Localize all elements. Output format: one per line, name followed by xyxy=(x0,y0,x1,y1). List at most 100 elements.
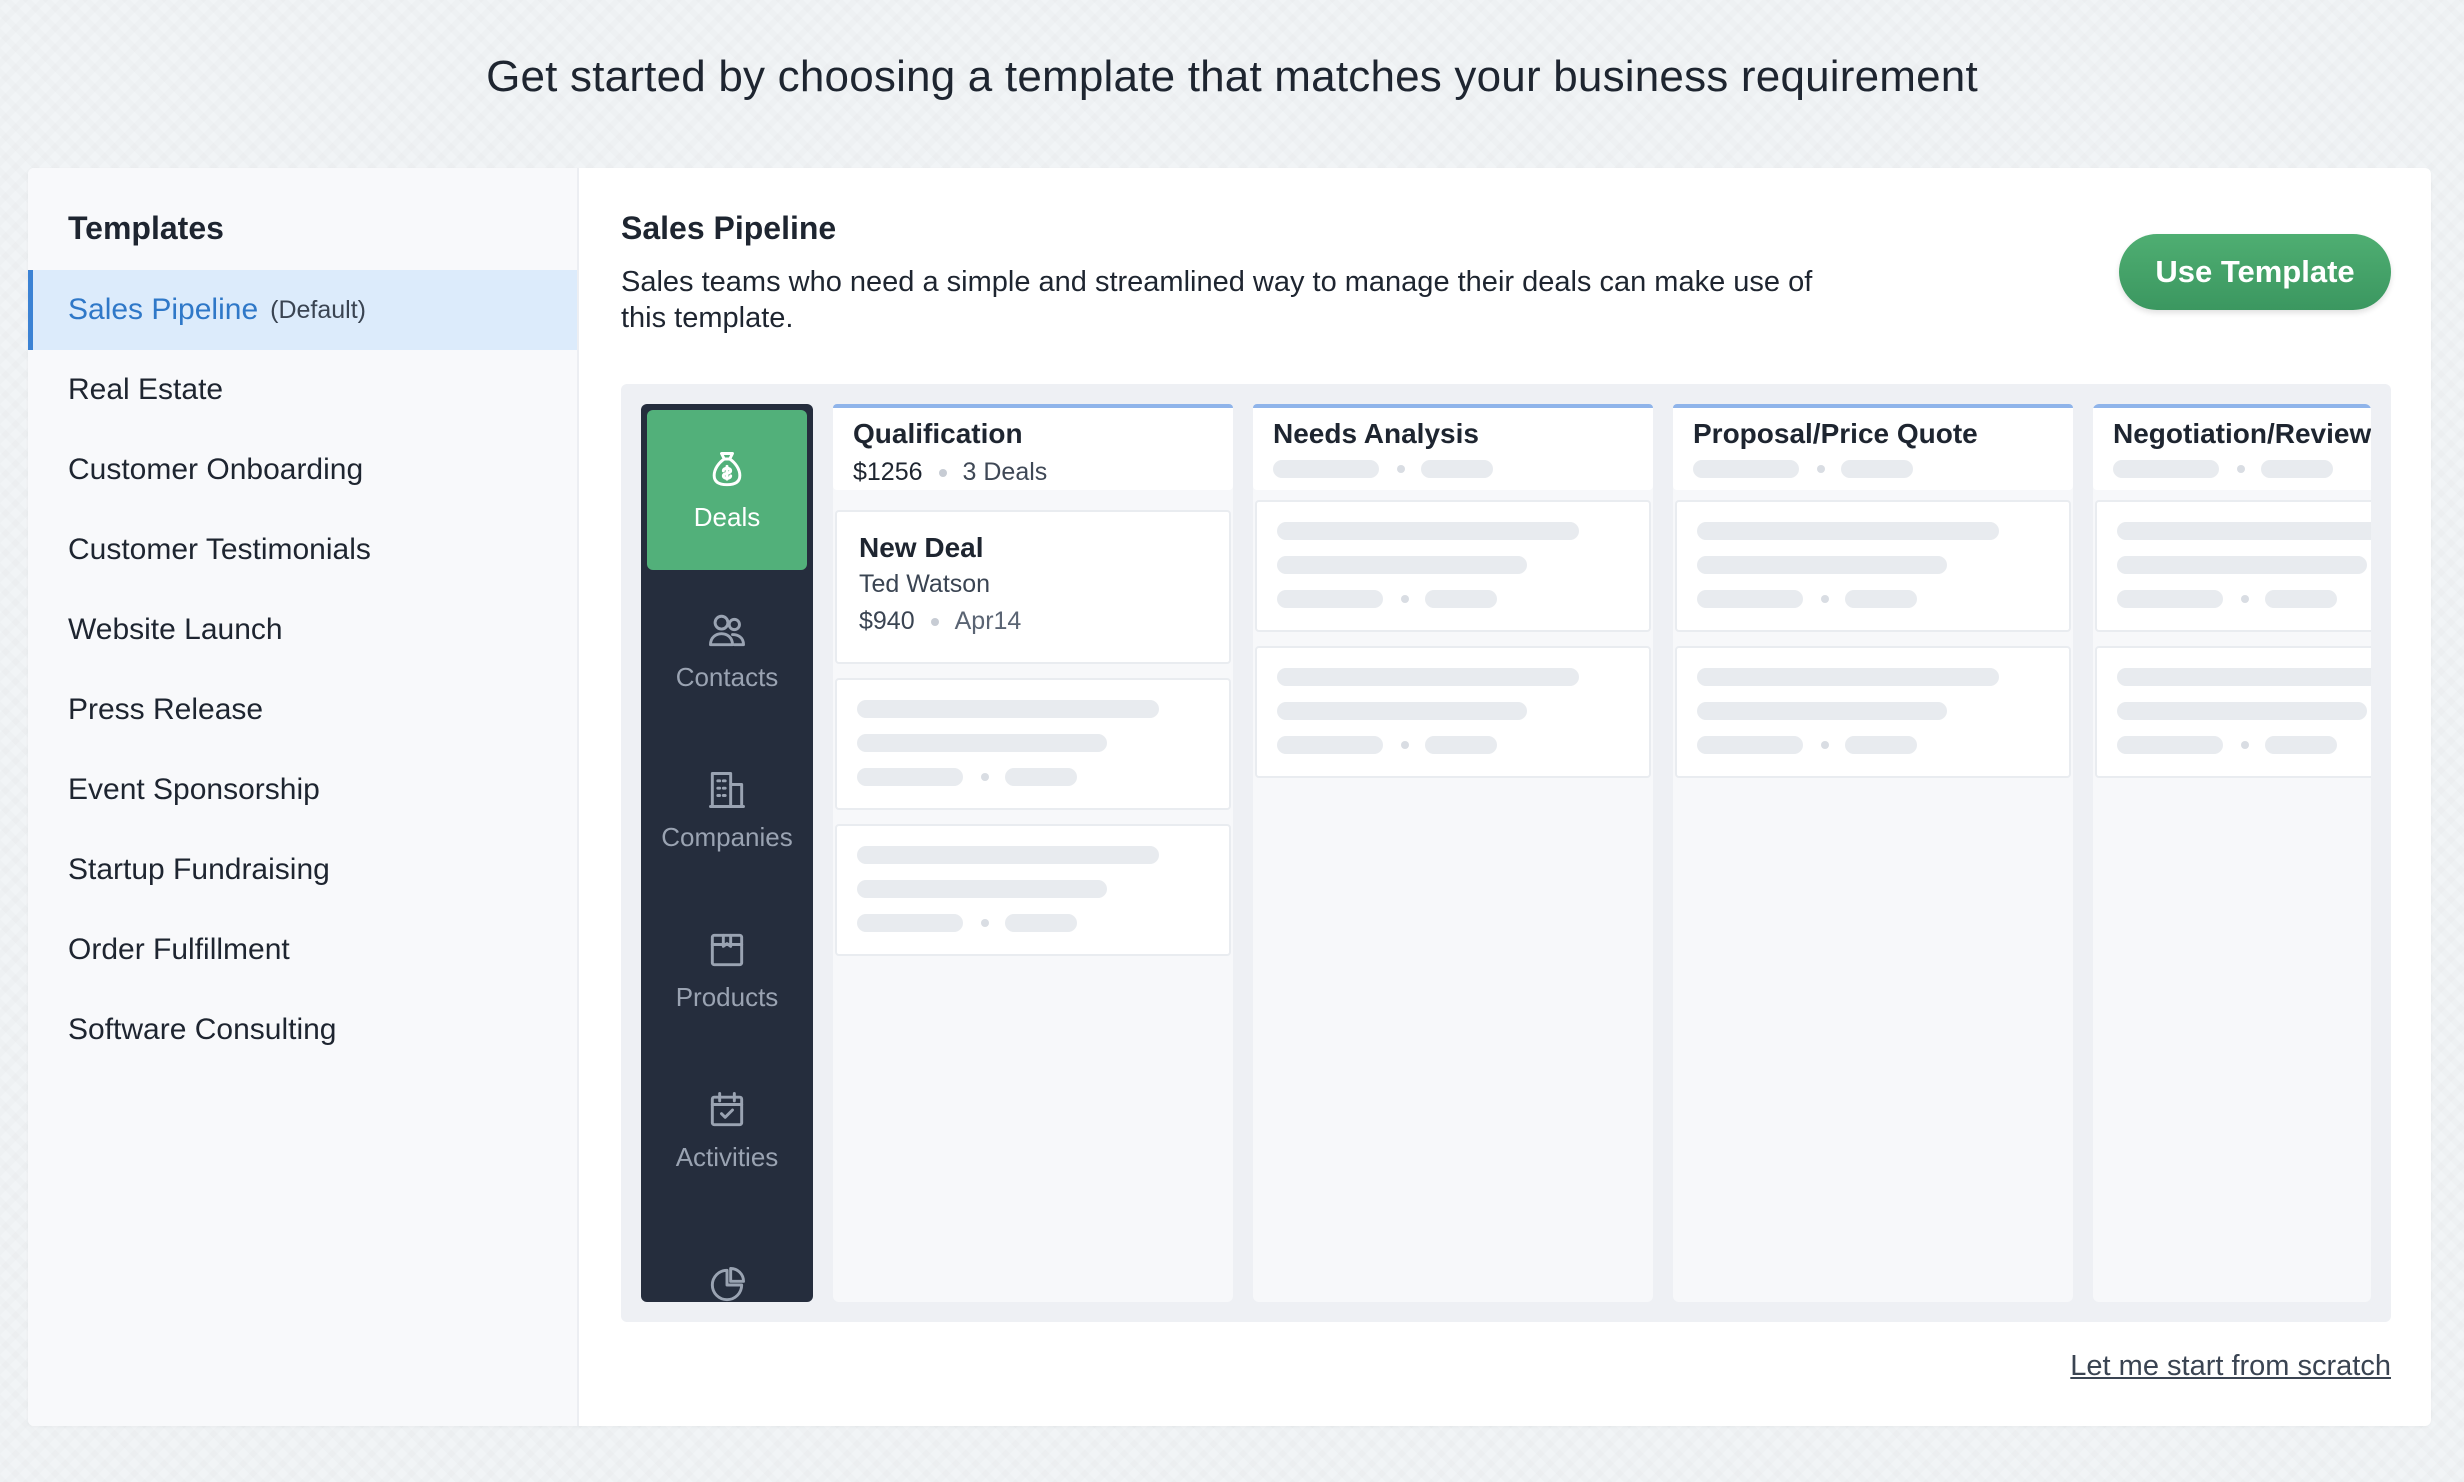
column-title: Proposal/Price Quote xyxy=(1693,418,1978,449)
template-label: Customer Onboarding xyxy=(68,453,364,486)
skeleton-line xyxy=(1005,768,1077,786)
skeleton-line xyxy=(1277,668,1579,686)
deal-amount: $940 xyxy=(859,607,915,635)
pie-chart-icon xyxy=(710,1267,745,1302)
nav-item-products: Products xyxy=(647,890,807,1050)
template-label: Press Release xyxy=(68,693,264,726)
skeleton-line xyxy=(1425,736,1497,754)
deal-contact: Ted Watson xyxy=(859,570,991,598)
column-header: Negotiation/Review xyxy=(2093,404,2371,490)
template-item-press-release[interactable]: Press Release xyxy=(28,670,577,750)
template-label: Order Fulfillment xyxy=(68,933,290,966)
skeleton-line xyxy=(2117,736,2223,754)
skeleton-line xyxy=(1421,460,1493,478)
template-description: Sales teams who need a simple and stream… xyxy=(621,266,1813,334)
use-template-button[interactable]: Use Template xyxy=(2119,234,2391,310)
skeleton-dot xyxy=(981,919,989,927)
skeleton-line xyxy=(1425,590,1497,608)
template-item-startup-fundraising[interactable]: Startup Fundraising xyxy=(28,830,577,910)
skeleton-line xyxy=(1697,590,1803,608)
template-preview: Deals Contacts Companies Products Activi… xyxy=(621,384,2391,1322)
skeleton-line xyxy=(857,846,1159,864)
template-item-website-launch[interactable]: Website Launch xyxy=(28,590,577,670)
skeleton-dot xyxy=(2237,465,2245,473)
skeleton-line xyxy=(1277,702,1527,720)
nav-item-deals: Deals xyxy=(647,410,807,570)
skeleton-line xyxy=(2113,460,2219,478)
column-deal-count: 3 Deals xyxy=(962,458,1048,486)
template-item-software-consulting[interactable]: Software Consulting xyxy=(28,990,577,1070)
column-amount: $1256 xyxy=(853,458,923,486)
skeleton-line xyxy=(857,880,1107,898)
skeleton-dot xyxy=(2241,741,2249,749)
column-header: Proposal/Price Quote xyxy=(1673,404,2073,490)
pipeline-column-proposal: Proposal/Price Quote xyxy=(1673,404,2073,1302)
nav-item-reports xyxy=(647,1210,807,1302)
placeholder-card xyxy=(1255,646,1651,778)
skeleton-dot xyxy=(1817,465,1825,473)
skeleton-line xyxy=(2265,736,2337,754)
templates-sidebar: Templates Sales Pipeline (Default) Real … xyxy=(28,168,579,1426)
template-item-customer-testimonials[interactable]: Customer Testimonials xyxy=(28,510,577,590)
deal-date: Apr14 xyxy=(954,607,1022,635)
skeleton-line xyxy=(1845,736,1917,754)
placeholder-card xyxy=(2095,646,2371,778)
template-label: Real Estate xyxy=(68,373,224,406)
deal-card: New Deal Ted Watson $940 Apr14 xyxy=(835,510,1231,664)
skeleton-line xyxy=(2261,460,2333,478)
template-label: Startup Fundraising xyxy=(68,853,330,886)
nav-label: Companies xyxy=(661,821,793,852)
placeholder-card xyxy=(1675,646,2071,778)
template-item-sales-pipeline[interactable]: Sales Pipeline (Default) xyxy=(28,270,577,350)
nav-item-contacts: Contacts xyxy=(647,570,807,730)
skeleton-dot xyxy=(981,773,989,781)
nav-label: Contacts xyxy=(675,661,779,692)
nav-label: Activities xyxy=(675,1141,779,1172)
building-icon xyxy=(709,771,745,808)
calendar-check-icon xyxy=(710,1091,744,1126)
column-header: Qualification $1256 3 Deals xyxy=(833,404,1233,490)
placeholder-card xyxy=(835,824,1231,956)
template-label: Customer Testimonials xyxy=(68,533,371,566)
pipeline-column-needs-analysis: Needs Analysis xyxy=(1253,404,1653,1302)
skeleton-line xyxy=(857,768,963,786)
placeholder-card xyxy=(2095,500,2371,632)
separator-dot xyxy=(938,468,947,477)
column-title: Negotiation/Review xyxy=(2113,418,2371,449)
skeleton-line xyxy=(2117,556,2367,574)
template-label: Sales Pipeline xyxy=(68,293,259,326)
skeleton-line xyxy=(1693,460,1799,478)
template-label: Event Sponsorship xyxy=(68,773,320,806)
skeleton-dot xyxy=(1401,595,1409,603)
skeleton-dot xyxy=(2241,595,2249,603)
skeleton-line xyxy=(2117,590,2223,608)
placeholder-card xyxy=(1255,500,1651,632)
deal-meta: $940 Apr14 xyxy=(859,607,1207,636)
box-icon xyxy=(710,933,744,966)
skeleton-line xyxy=(1005,914,1077,932)
skeleton-line xyxy=(1697,736,1803,754)
column-title: Qualification xyxy=(853,418,1023,449)
template-item-order-fulfillment[interactable]: Order Fulfillment xyxy=(28,910,577,990)
template-item-customer-onboarding[interactable]: Customer Onboarding xyxy=(28,430,577,510)
placeholder-card xyxy=(835,678,1231,810)
skeleton-line xyxy=(857,700,1159,718)
template-name: Sales Pipeline xyxy=(621,210,837,246)
preview-nav: Deals Contacts Companies Products Activi… xyxy=(641,404,813,1302)
template-item-real-estate[interactable]: Real Estate xyxy=(28,350,577,430)
skeleton-line xyxy=(857,734,1107,752)
start-from-scratch-link[interactable]: Let me start from scratch xyxy=(2070,1350,2391,1383)
contacts-icon xyxy=(709,614,745,646)
template-item-event-sponsorship[interactable]: Event Sponsorship xyxy=(28,750,577,830)
column-header: Needs Analysis xyxy=(1253,404,1653,490)
nav-label: Deals xyxy=(693,501,761,532)
pipeline-column-qualification: Qualification $1256 3 Deals New Deal Ted… xyxy=(833,404,1233,1302)
placeholder-card xyxy=(1675,500,2071,632)
skeleton-line xyxy=(857,914,963,932)
skeleton-line xyxy=(1277,590,1383,608)
skeleton-line xyxy=(1273,460,1379,478)
nav-label: Products xyxy=(675,981,779,1012)
skeleton-line xyxy=(1697,702,1947,720)
skeleton-dot xyxy=(1401,741,1409,749)
template-detail: Sales Pipeline Sales teams who need a si… xyxy=(581,168,2431,1426)
